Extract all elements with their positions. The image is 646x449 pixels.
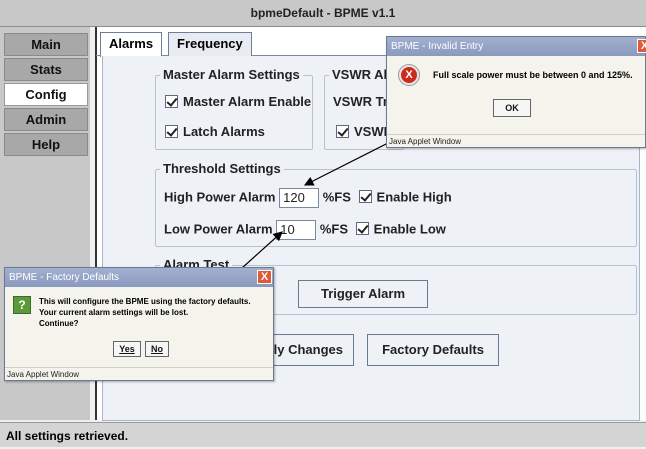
factory-defaults-title: BPME - Factory Defaults: [5, 268, 273, 287]
close-icon[interactable]: X: [257, 270, 272, 284]
arrow-to-high-input: [303, 141, 391, 186]
invalid-entry-footer: Java Applet Window: [387, 134, 645, 147]
factory-defaults-dialog: BPME - Factory Defaults X ? This will co…: [4, 267, 274, 381]
error-icon: X: [399, 65, 419, 85]
question-icon: ?: [13, 296, 31, 314]
factory-defaults-line2: Your current alarm settings will be lost…: [39, 308, 189, 317]
close-icon[interactable]: X: [637, 39, 646, 53]
factory-defaults-line3: Continue?: [39, 319, 79, 328]
factory-defaults-line1: This will configure the BPME using the f…: [39, 297, 251, 306]
invalid-entry-message: Full scale power must be between 0 and 1…: [433, 70, 633, 80]
no-button-label: No: [151, 344, 163, 354]
factory-defaults-message: This will configure the BPME using the f…: [39, 296, 251, 329]
no-button[interactable]: No: [145, 341, 169, 357]
factory-defaults-footer: Java Applet Window: [5, 367, 273, 380]
yes-button[interactable]: Yes: [113, 341, 141, 357]
ok-button[interactable]: OK: [493, 99, 531, 117]
yes-button-label: Yes: [119, 344, 135, 354]
invalid-entry-dialog: BPME - Invalid Entry X X Full scale powe…: [386, 36, 646, 148]
invalid-entry-title: BPME - Invalid Entry: [387, 37, 645, 56]
